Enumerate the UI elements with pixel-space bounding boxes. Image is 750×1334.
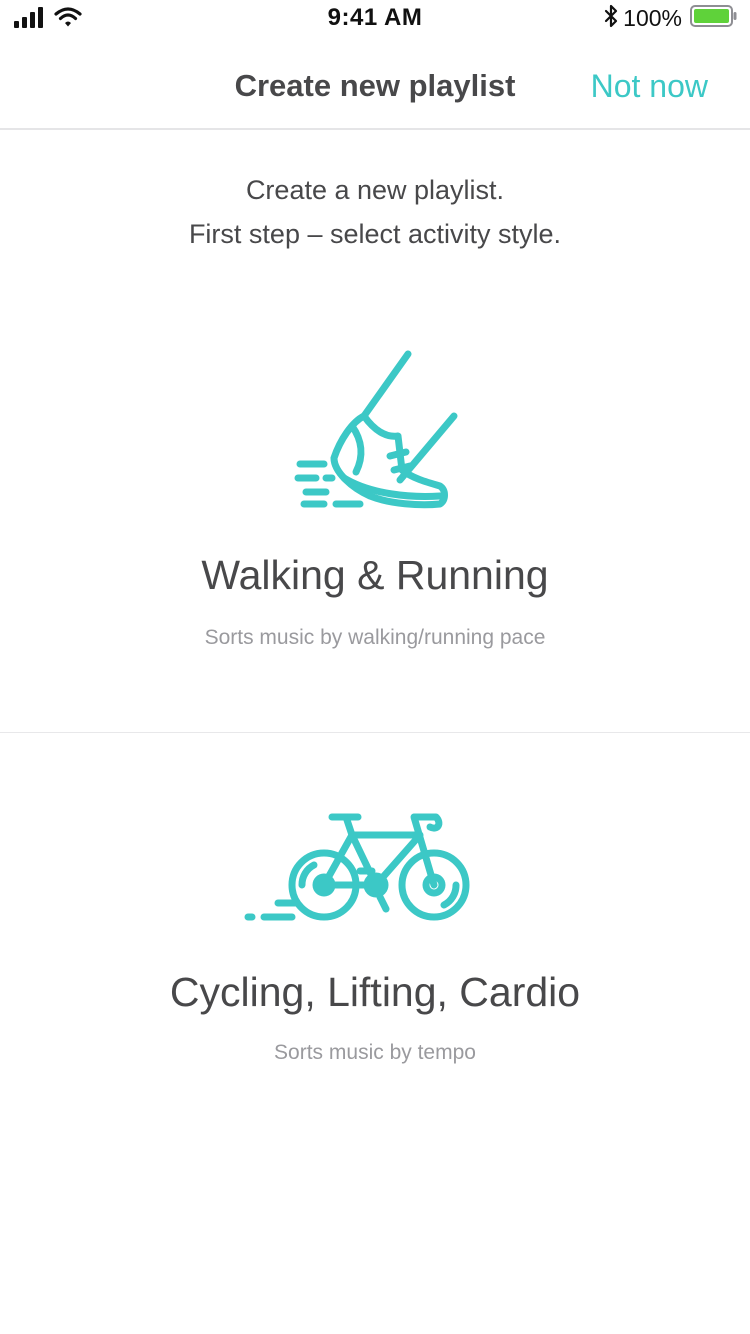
bluetooth-icon: [603, 4, 619, 33]
option-subtitle: Sorts music by walking/running pace: [204, 626, 546, 649]
bicycle-icon: [240, 805, 480, 940]
not-now-button[interactable]: Not now: [591, 68, 708, 105]
option-walking-running[interactable]: Walking & Running Sorts music by walking…: [0, 300, 750, 732]
option-title: Cycling, Lifting, Cardio: [169, 969, 581, 1015]
intro-line-1: Create a new playlist.: [245, 175, 505, 205]
status-bar: 9:41 AM 100%: [0, 0, 750, 40]
nav-bar: Create new playlist Not now: [0, 40, 750, 130]
option-subtitle: Sorts music by tempo: [274, 1041, 476, 1064]
battery-icon: [690, 4, 738, 33]
running-shoe-icon: [290, 348, 460, 523]
intro-text: Create a new playlist. First step – sele…: [0, 168, 750, 256]
intro-line-2: First step – select activity style.: [188, 219, 562, 249]
option-title: Walking & Running: [201, 552, 549, 598]
battery-percent: 100%: [623, 5, 682, 31]
screen: 9:41 AM 100% Create new playlist Not now…: [0, 0, 750, 1334]
status-right: 100%: [603, 4, 738, 33]
option-cycling-lifting-cardio[interactable]: Cycling, Lifting, Cardio Sorts music by …: [0, 733, 750, 1153]
